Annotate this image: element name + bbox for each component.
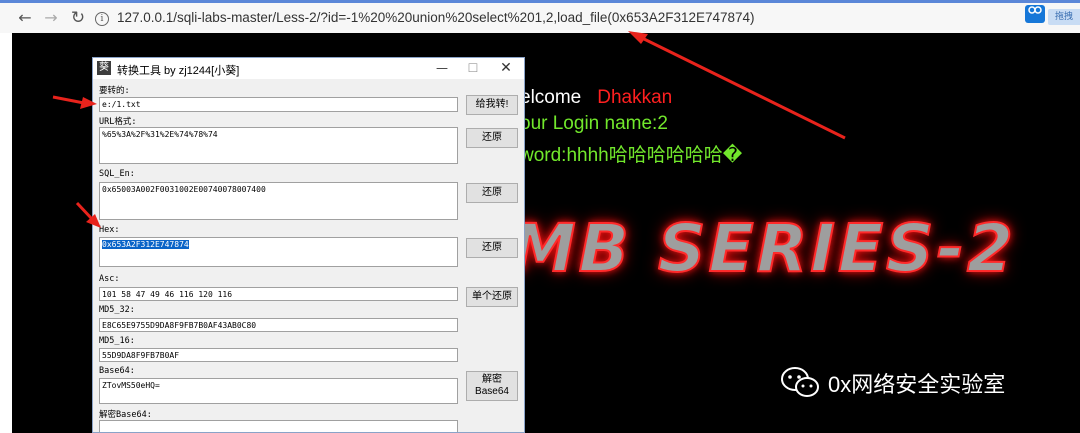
wechat-icon (780, 365, 820, 401)
asc-label: Asc: (99, 274, 120, 284)
forward-arrow-icon[interactable]: → (40, 7, 62, 29)
sql-en-field[interactable]: 0x65003A002F0031002E00740078007400 (99, 182, 458, 220)
reload-icon[interactable]: ↻ (67, 7, 89, 29)
address-bar[interactable]: 127.0.0.1/sqli-labs-master/Less-2/?id=-1… (117, 10, 755, 25)
extension-badge[interactable]: 拖拽 (1048, 9, 1080, 25)
input-field[interactable]: e:/1.txt (99, 97, 458, 112)
hex-field[interactable]: 0x653A2F312E747874 (99, 237, 458, 267)
md5-16-field[interactable]: 55D9DA8F9FB7B0AF (99, 348, 458, 362)
asc-field[interactable]: 101 58 47 49 46 116 120 116 (99, 287, 458, 301)
decode-base64-label: 解密Base64: (99, 410, 152, 420)
info-icon[interactable]: i (95, 12, 109, 26)
welcome-line: elcome Dhakkan (520, 87, 672, 109)
extension-icon[interactable] (1025, 5, 1045, 23)
maximize-icon[interactable]: ☐ (461, 59, 485, 77)
sql-en-label: SQL_En: (99, 169, 135, 179)
welcome-text: elcome (520, 87, 582, 108)
annotation-arrow-icon (52, 95, 97, 109)
hex-selected-text: 0x653A2F312E747874 (102, 240, 189, 249)
watermark-text: 0x网络安全实验室 (828, 372, 1006, 397)
decode-base64-field[interactable] (99, 420, 458, 432)
convert-button[interactable]: 给我转! (466, 95, 518, 115)
welcome-name: Dhakkan (597, 87, 673, 108)
decrypt-base64-button[interactable]: 解密 Base64 (466, 371, 518, 401)
url-format-field[interactable]: %65%3A%2F%31%2E%74%78%74 (99, 127, 458, 164)
minimize-icon[interactable]: — (430, 59, 454, 77)
app-icon: 葵 (97, 61, 111, 75)
wechat-watermark: 0x网络安全实验室 (780, 365, 1005, 401)
md5-32-field[interactable]: E8C65E9755D9DA8F9FB7B0AF43AB0C80 (99, 318, 458, 332)
series-banner: MB SERIES-2 (509, 209, 1016, 288)
single-restore-button[interactable]: 单个还原 (466, 287, 518, 307)
browser-toolbar: ← → ↻ i 127.0.0.1/sqli-labs-master/Less-… (0, 3, 1080, 33)
window-titlebar[interactable]: 葵 转换工具 by zj1244[小葵] — ☐ ✕ (93, 58, 524, 79)
converter-window: 葵 转换工具 by zj1244[小葵] — ☐ ✕ 要转的: e:/1.txt… (92, 57, 525, 433)
hex-restore-button[interactable]: 还原 (466, 238, 518, 258)
hex-label: Hex: (99, 225, 120, 235)
md5-32-label: MD5_32: (99, 305, 135, 315)
password-line: word:hhhh哈哈哈哈哈哈� (520, 145, 743, 166)
page-left-margin (0, 33, 12, 433)
md5-16-label: MD5_16: (99, 336, 135, 346)
sql-en-restore-button[interactable]: 还原 (466, 183, 518, 203)
decrypt-button-line2: Base64 (475, 386, 509, 397)
window-title: 转换工具 by zj1244[小葵] (117, 65, 240, 77)
input-label: 要转的: (99, 86, 130, 96)
base64-label: Base64: (99, 366, 135, 376)
decrypt-button-line1: 解密 (482, 374, 502, 385)
url-format-label: URL格式: (99, 117, 137, 127)
url-restore-button[interactable]: 还原 (466, 128, 518, 148)
base64-field[interactable]: ZTovMS50eHQ= (99, 378, 458, 404)
close-icon[interactable]: ✕ (494, 59, 518, 77)
back-arrow-icon[interactable]: ← (14, 7, 36, 29)
login-name-line: our Login name:2 (520, 113, 668, 134)
